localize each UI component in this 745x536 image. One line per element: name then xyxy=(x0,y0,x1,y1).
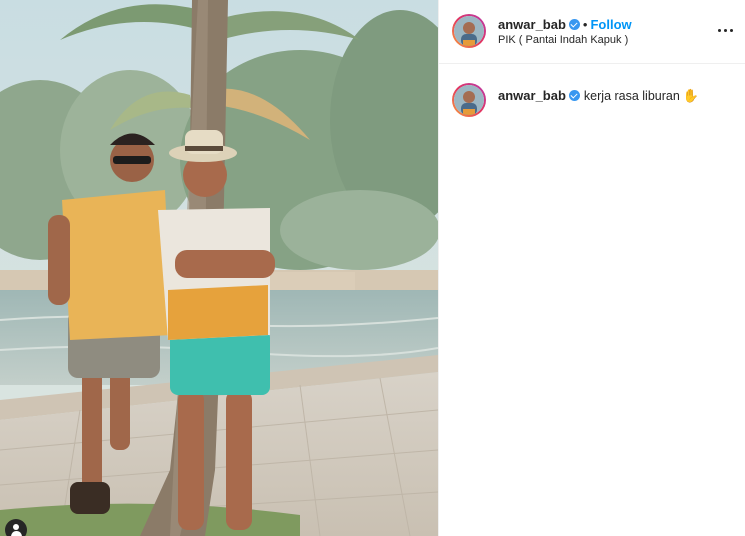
caption-text: kerja rasa liburan xyxy=(583,89,680,103)
more-options-icon[interactable] xyxy=(715,21,735,39)
follow-button[interactable]: Follow xyxy=(590,17,631,32)
location-link[interactable]: PIK ( Pantai Indah Kapuk ) xyxy=(498,34,628,46)
user-tag-icon[interactable] xyxy=(5,519,27,536)
avatar[interactable] xyxy=(452,14,486,48)
verified-badge-icon xyxy=(568,90,580,101)
caption-username[interactable]: anwar_bab xyxy=(498,88,566,103)
separator-dot: • xyxy=(582,17,588,32)
raised-hand-icon: ✋ xyxy=(682,88,699,103)
post-photo[interactable] xyxy=(0,0,438,536)
verified-badge-icon xyxy=(568,19,580,30)
username[interactable]: anwar_bab xyxy=(498,17,566,32)
caption-avatar[interactable] xyxy=(452,83,486,117)
post-side-panel: anwar_bab • Follow PIK ( Pantai Indah Kapu… xyxy=(439,0,745,536)
post-header: anwar_bab • Follow PIK ( Pantai Indah Kapu… xyxy=(439,0,745,64)
